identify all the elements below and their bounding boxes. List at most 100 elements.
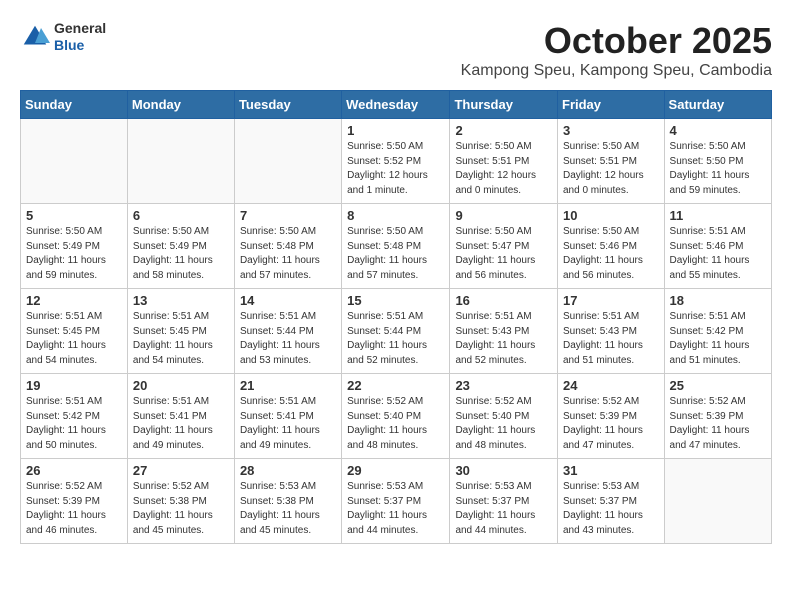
day-number: 18 [670, 293, 766, 308]
day-info: Sunrise: 5:52 AM Sunset: 5:39 PM Dayligh… [563, 395, 659, 453]
day-number: 26 [26, 463, 122, 478]
weekday-header-row: SundayMondayTuesdayWednesdayThursdayFrid… [21, 91, 772, 119]
logo-blue: Blue [54, 37, 106, 54]
day-info: Sunrise: 5:51 AM Sunset: 5:42 PM Dayligh… [26, 395, 122, 453]
day-info: Sunrise: 5:52 AM Sunset: 5:40 PM Dayligh… [455, 395, 552, 453]
calendar-cell: 24 Sunrise: 5:52 AM Sunset: 5:39 PM Dayli… [558, 374, 665, 459]
calendar-cell: 28Sunrise: 5:53 AM Sunset: 5:38 PM Dayli… [234, 459, 341, 544]
day-info: Sunrise: 5:50 AM Sunset: 5:52 PM Dayligh… [347, 140, 444, 198]
week-row-5: 26 Sunrise: 5:52 AM Sunset: 5:39 PM Dayli… [21, 459, 772, 544]
calendar-cell: 6 Sunrise: 5:50 AM Sunset: 5:49 PM Daylig… [127, 204, 234, 289]
day-info: Sunrise: 5:53 AM Sunset: 5:37 PM Dayligh… [347, 480, 444, 538]
calendar-cell: 23 Sunrise: 5:52 AM Sunset: 5:40 PM Dayli… [450, 374, 558, 459]
day-info: Sunrise: 5:52 AM Sunset: 5:38 PM Dayligh… [133, 480, 229, 538]
day-info: Sunrise: 5:51 AM Sunset: 5:42 PM Dayligh… [670, 310, 766, 368]
day-number: 21 [240, 378, 336, 393]
weekday-header-thursday: Thursday [450, 91, 558, 119]
day-number: 2 [455, 123, 552, 138]
day-info: Sunrise: 5:52 AM Sunset: 5:40 PM Dayligh… [347, 395, 444, 453]
day-info: Sunrise: 5:51 AM Sunset: 5:45 PM Dayligh… [133, 310, 229, 368]
calendar-cell: 4Sunrise: 5:50 AM Sunset: 5:50 PM Daylig… [664, 119, 771, 204]
calendar-cell: 16 Sunrise: 5:51 AM Sunset: 5:43 PM Dayli… [450, 289, 558, 374]
day-info: Sunrise: 5:50 AM Sunset: 5:48 PM Dayligh… [240, 225, 336, 283]
day-number: 8 [347, 208, 444, 223]
day-number: 22 [347, 378, 444, 393]
day-info: Sunrise: 5:53 AM Sunset: 5:37 PM Dayligh… [563, 480, 659, 538]
day-number: 17 [563, 293, 659, 308]
calendar-cell: 9 Sunrise: 5:50 AM Sunset: 5:47 PM Daylig… [450, 204, 558, 289]
day-number: 16 [455, 293, 552, 308]
calendar-cell: 14Sunrise: 5:51 AM Sunset: 5:44 PM Dayli… [234, 289, 341, 374]
day-number: 6 [133, 208, 229, 223]
location-title: Kampong Speu, Kampong Speu, Cambodia [461, 62, 772, 80]
title-section: October 2025 Kampong Speu, Kampong Speu,… [461, 20, 772, 80]
day-info: Sunrise: 5:53 AM Sunset: 5:37 PM Dayligh… [455, 480, 552, 538]
day-info: Sunrise: 5:52 AM Sunset: 5:39 PM Dayligh… [670, 395, 766, 453]
weekday-header-monday: Monday [127, 91, 234, 119]
day-info: Sunrise: 5:51 AM Sunset: 5:46 PM Dayligh… [670, 225, 766, 283]
calendar-cell: 22 Sunrise: 5:52 AM Sunset: 5:40 PM Dayli… [342, 374, 450, 459]
logo: General Blue [20, 20, 106, 54]
day-info: Sunrise: 5:51 AM Sunset: 5:43 PM Dayligh… [563, 310, 659, 368]
calendar-cell [127, 119, 234, 204]
day-info: Sunrise: 5:50 AM Sunset: 5:51 PM Dayligh… [455, 140, 552, 198]
day-number: 20 [133, 378, 229, 393]
calendar-cell: 29 Sunrise: 5:53 AM Sunset: 5:37 PM Dayli… [342, 459, 450, 544]
day-info: Sunrise: 5:50 AM Sunset: 5:47 PM Dayligh… [455, 225, 552, 283]
calendar-cell: 1 Sunrise: 5:50 AM Sunset: 5:52 PM Daylig… [342, 119, 450, 204]
day-info: Sunrise: 5:50 AM Sunset: 5:49 PM Dayligh… [133, 225, 229, 283]
day-info: Sunrise: 5:51 AM Sunset: 5:41 PM Dayligh… [133, 395, 229, 453]
day-info: Sunrise: 5:50 AM Sunset: 5:49 PM Dayligh… [26, 225, 122, 283]
day-info: Sunrise: 5:51 AM Sunset: 5:43 PM Dayligh… [455, 310, 552, 368]
calendar-cell: 10Sunrise: 5:50 AM Sunset: 5:46 PM Dayli… [558, 204, 665, 289]
day-number: 4 [670, 123, 766, 138]
calendar-cell: 20 Sunrise: 5:51 AM Sunset: 5:41 PM Dayli… [127, 374, 234, 459]
calendar-cell: 11 Sunrise: 5:51 AM Sunset: 5:46 PM Dayli… [664, 204, 771, 289]
logo-general: General [54, 20, 106, 37]
day-number: 25 [670, 378, 766, 393]
calendar-cell [664, 459, 771, 544]
day-number: 13 [133, 293, 229, 308]
calendar-cell: 2 Sunrise: 5:50 AM Sunset: 5:51 PM Daylig… [450, 119, 558, 204]
weekday-header-sunday: Sunday [21, 91, 128, 119]
calendar-cell [21, 119, 128, 204]
day-info: Sunrise: 5:50 AM Sunset: 5:48 PM Dayligh… [347, 225, 444, 283]
day-number: 30 [455, 463, 552, 478]
calendar-cell [234, 119, 341, 204]
day-number: 28 [240, 463, 336, 478]
month-title: October 2025 [461, 20, 772, 62]
day-number: 11 [670, 208, 766, 223]
calendar-cell: 7 Sunrise: 5:50 AM Sunset: 5:48 PM Daylig… [234, 204, 341, 289]
weekday-header-wednesday: Wednesday [342, 91, 450, 119]
week-row-1: 1 Sunrise: 5:50 AM Sunset: 5:52 PM Daylig… [21, 119, 772, 204]
calendar-cell: 26 Sunrise: 5:52 AM Sunset: 5:39 PM Dayli… [21, 459, 128, 544]
day-info: Sunrise: 5:51 AM Sunset: 5:41 PM Dayligh… [240, 395, 336, 453]
day-number: 1 [347, 123, 444, 138]
day-number: 23 [455, 378, 552, 393]
day-number: 29 [347, 463, 444, 478]
logo-text: General Blue [54, 20, 106, 54]
calendar-cell: 12Sunrise: 5:51 AM Sunset: 5:45 PM Dayli… [21, 289, 128, 374]
day-info: Sunrise: 5:52 AM Sunset: 5:39 PM Dayligh… [26, 480, 122, 538]
logo-icon [20, 22, 50, 52]
day-number: 19 [26, 378, 122, 393]
day-info: Sunrise: 5:51 AM Sunset: 5:44 PM Dayligh… [347, 310, 444, 368]
calendar-cell: 3Sunrise: 5:50 AM Sunset: 5:51 PM Daylig… [558, 119, 665, 204]
weekday-header-saturday: Saturday [664, 91, 771, 119]
calendar-cell: 17 Sunrise: 5:51 AM Sunset: 5:43 PM Dayli… [558, 289, 665, 374]
calendar-cell: 5Sunrise: 5:50 AM Sunset: 5:49 PM Daylig… [21, 204, 128, 289]
calendar-cell: 21 Sunrise: 5:51 AM Sunset: 5:41 PM Dayli… [234, 374, 341, 459]
day-number: 7 [240, 208, 336, 223]
calendar-cell: 30 Sunrise: 5:53 AM Sunset: 5:37 PM Dayli… [450, 459, 558, 544]
day-number: 9 [455, 208, 552, 223]
calendar-cell: 27Sunrise: 5:52 AM Sunset: 5:38 PM Dayli… [127, 459, 234, 544]
day-number: 31 [563, 463, 659, 478]
day-number: 15 [347, 293, 444, 308]
day-number: 24 [563, 378, 659, 393]
header: General Blue October 2025 Kampong Speu, … [20, 20, 772, 80]
day-info: Sunrise: 5:50 AM Sunset: 5:51 PM Dayligh… [563, 140, 659, 198]
day-number: 14 [240, 293, 336, 308]
week-row-2: 5Sunrise: 5:50 AM Sunset: 5:49 PM Daylig… [21, 204, 772, 289]
week-row-3: 12Sunrise: 5:51 AM Sunset: 5:45 PM Dayli… [21, 289, 772, 374]
calendar-cell: 31 Sunrise: 5:53 AM Sunset: 5:37 PM Dayli… [558, 459, 665, 544]
